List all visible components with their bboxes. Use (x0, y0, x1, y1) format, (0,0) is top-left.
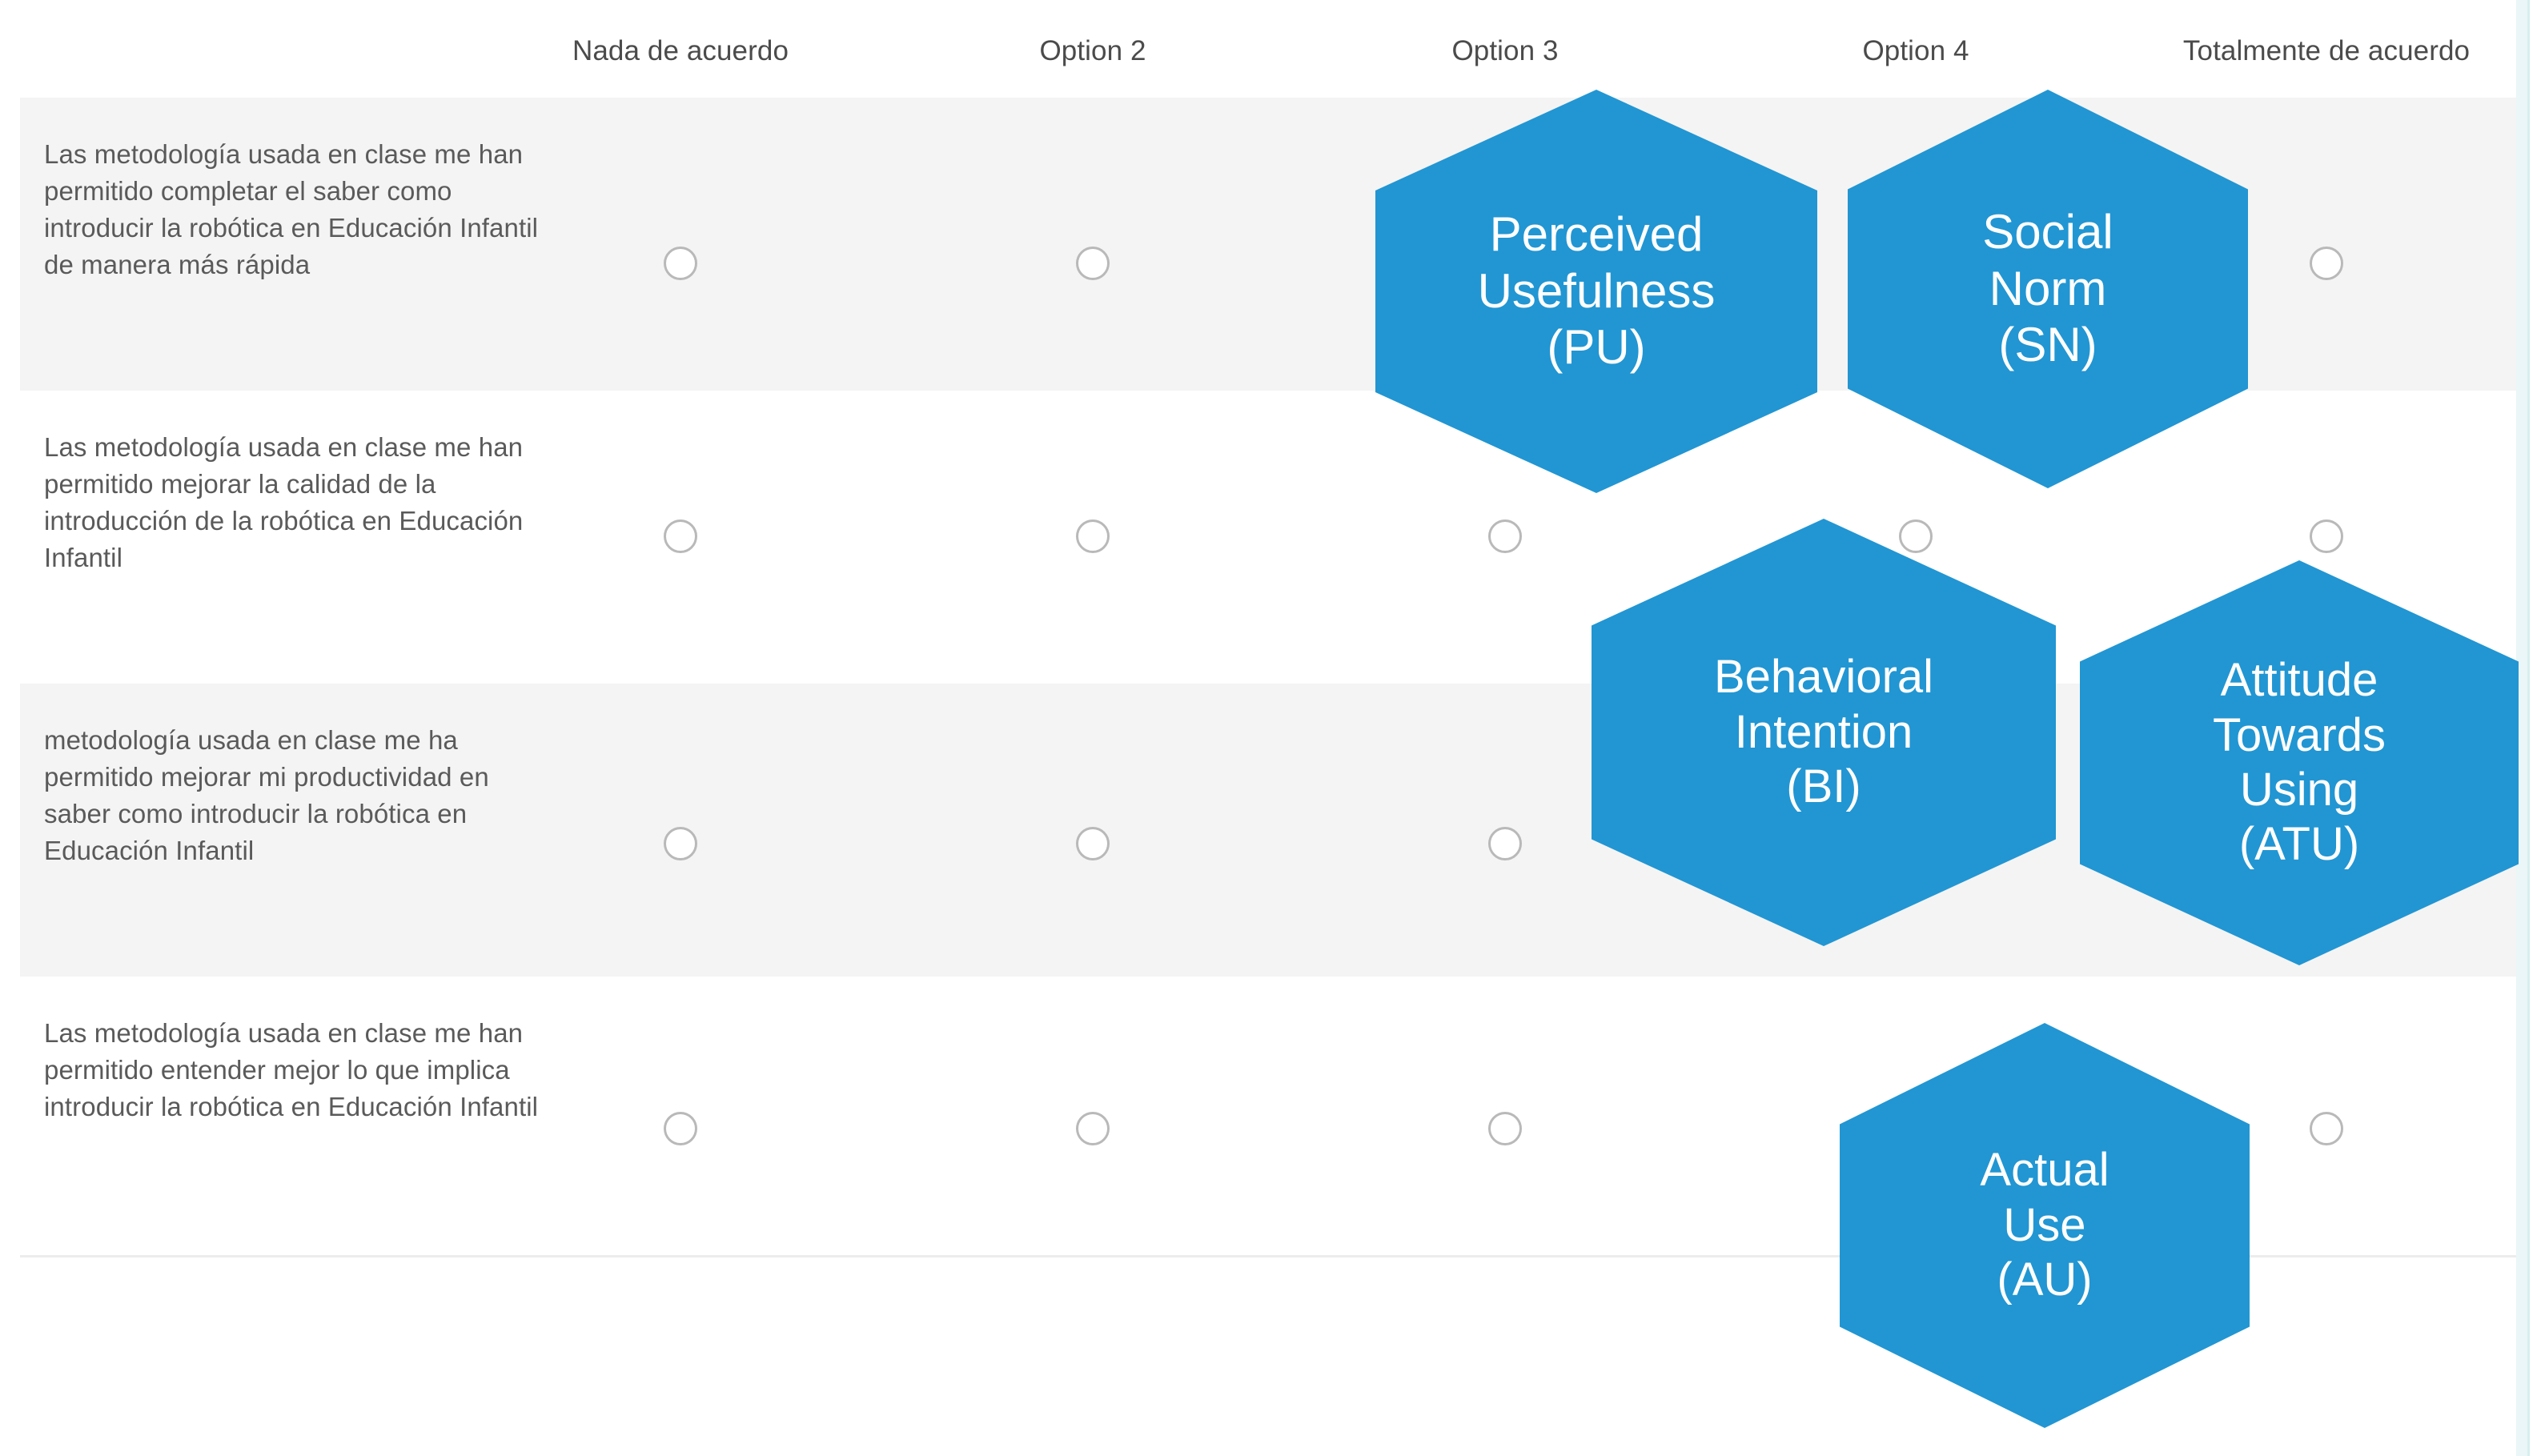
column-header-3: Option 3 (1451, 35, 1558, 67)
radio-option-1[interactable] (664, 519, 697, 553)
radio-option-2[interactable] (1076, 247, 1110, 280)
radio-option-5[interactable] (2310, 519, 2343, 553)
hexagon-label-line: Actual (1980, 1143, 2109, 1197)
hexagon-label-line: (BI) (1786, 760, 1861, 814)
question-label: Las metodología usada en clase me han pe… (44, 136, 540, 283)
hexagon-label-line: Perceived (1490, 207, 1704, 263)
radio-option-2[interactable] (1076, 1112, 1110, 1145)
radio-option-3[interactable] (1488, 519, 1522, 553)
column-header-4: Option 4 (1862, 35, 1969, 67)
hexagon-label-line: (SN) (1998, 317, 2097, 374)
question-label: Las metodología usada en clase me han pe… (44, 1015, 540, 1125)
radio-option-2[interactable] (1076, 519, 1110, 553)
hexagon-label-line: Behavioral (1714, 650, 1933, 704)
radio-option-2[interactable] (1076, 827, 1110, 860)
question-label: metodología usada en clase me ha permiti… (44, 722, 540, 869)
question-label: Las metodología usada en clase me han pe… (44, 429, 540, 576)
radio-option-1[interactable] (664, 1112, 697, 1145)
radio-option-3[interactable] (1488, 1112, 1522, 1145)
radio-option-5[interactable] (2310, 1112, 2343, 1145)
column-header-2: Option 2 (1039, 35, 1146, 67)
hexagon-label-line: Use (2003, 1198, 2085, 1253)
hexagon-label-line: (AU) (1997, 1253, 2092, 1307)
radio-option-1[interactable] (664, 827, 697, 860)
hexagon-label-line: Attitude (2221, 653, 2378, 708)
hexagon-label-line: Using (2240, 763, 2358, 817)
radio-option-3[interactable] (1488, 827, 1522, 860)
matrix-header-row: Nada de acuerdo Option 2 Option 3 Option 4 T… (0, 0, 2516, 94)
hexagon-label-line: (PU) (1547, 319, 1645, 376)
hexagon-label-line: (ATU) (2239, 817, 2359, 872)
radio-option-5[interactable] (2310, 247, 2343, 280)
hexagon-label-line: Intention (1735, 705, 1913, 760)
right-edge-line (2527, 0, 2530, 1456)
radio-option-1[interactable] (664, 247, 697, 280)
hexagon-label-line: Norm (1989, 261, 2107, 318)
hexagon-label-line: Social (1982, 204, 2113, 261)
hexagon-label-line: Towards (2213, 708, 2386, 763)
hexagon-label-line: Usefulness (1478, 263, 1716, 320)
screenshot-root: Nada de acuerdo Option 2 Option 3 Option 4 T… (0, 0, 2545, 1456)
radio-option-4[interactable] (1899, 519, 1933, 553)
column-header-5: Totalmente de acuerdo (2183, 35, 2470, 67)
column-header-1: Nada de acuerdo (572, 35, 789, 67)
